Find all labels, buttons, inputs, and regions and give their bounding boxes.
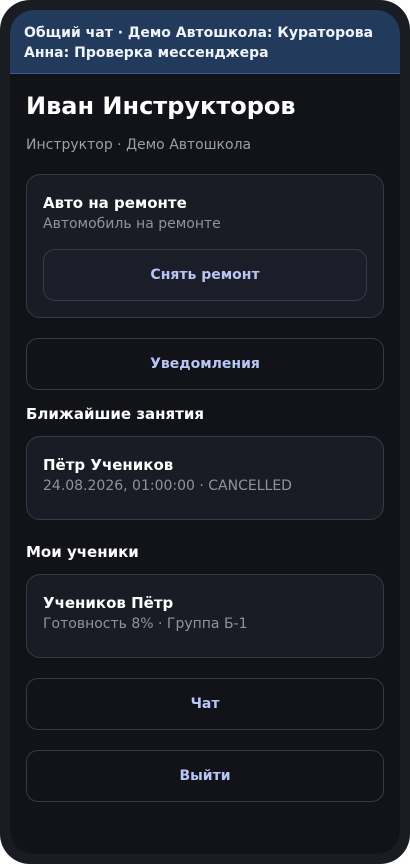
lesson-card[interactable]: Пётр Учеников 24.08.2026, 01:00:00 · CAN… (26, 436, 384, 520)
student-details: Готовность 8% · Группа Б-1 (43, 616, 248, 632)
car-status-card: Авто на ремонте Автомобиль на ремонте Сн… (26, 174, 384, 318)
upcoming-lessons-heading: Ближайшие занятия (26, 405, 204, 423)
page: Общий чат · Демо Автошкола: Кураторова А… (0, 0, 410, 864)
profile-name: Иван Инструкторов (26, 92, 296, 120)
logout-button[interactable]: Выйти (26, 750, 384, 802)
profile-role: Инструктор · Демо Автошкола (26, 137, 252, 153)
app-screen: Общий чат · Демо Автошкола: Кураторова А… (10, 10, 400, 854)
logout-label: Выйти (179, 768, 231, 784)
banner-text: Общий чат · Демо Автошкола: Кураторова А… (24, 25, 374, 61)
car-status-title: Авто на ремонте (43, 194, 187, 212)
chat-label: Чат (190, 696, 220, 712)
remove-repair-label: Снять ремонт (150, 267, 260, 283)
student-name: Учеников Пётр (43, 594, 174, 612)
car-status-subtitle: Автомобиль на ремонте (43, 216, 221, 232)
chat-notification-banner[interactable]: Общий чат · Демо Автошкола: Кураторова А… (10, 10, 400, 74)
chat-button[interactable]: Чат (26, 678, 384, 730)
my-students-heading: Мои ученики (26, 543, 139, 561)
notifications-button[interactable]: Уведомления (26, 338, 384, 390)
remove-repair-button[interactable]: Снять ремонт (43, 249, 367, 301)
notifications-label: Уведомления (150, 356, 260, 372)
lesson-student-name: Пётр Учеников (43, 456, 174, 474)
lesson-details: 24.08.2026, 01:00:00 · CANCELLED (43, 478, 292, 494)
student-card[interactable]: Учеников Пётр Готовность 8% · Группа Б-1 (26, 574, 384, 658)
device-frame: Общий чат · Демо Автошкола: Кураторова А… (0, 0, 410, 864)
